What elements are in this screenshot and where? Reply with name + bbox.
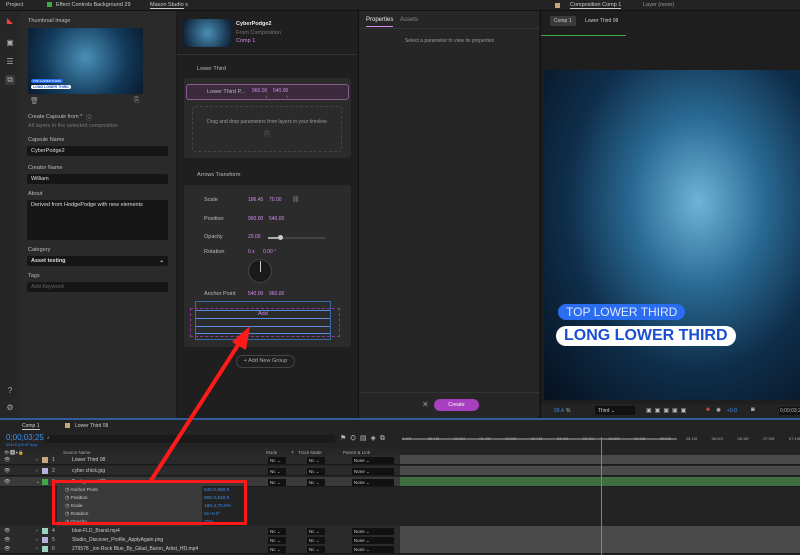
annotation-arrow [148, 326, 250, 484]
